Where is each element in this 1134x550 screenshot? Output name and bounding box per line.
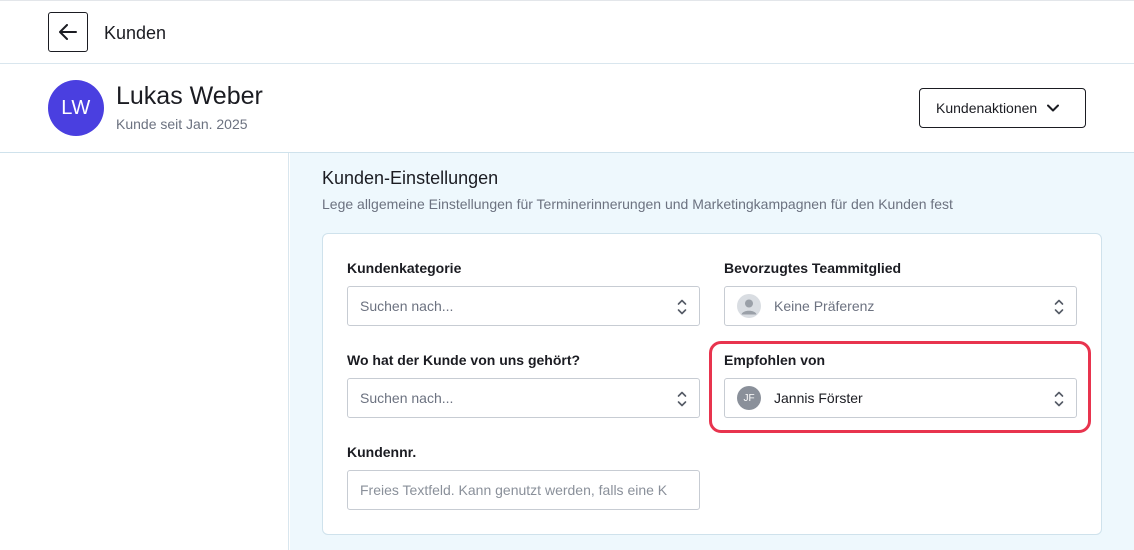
chevron-updown-icon bbox=[677, 391, 687, 407]
client-actions-button[interactable]: Kundenaktionen bbox=[919, 88, 1086, 128]
source-placeholder: Suchen nach... bbox=[360, 390, 454, 406]
customer-number-input[interactable] bbox=[347, 470, 700, 510]
chevron-updown-icon bbox=[677, 299, 687, 315]
category-label: Kundenkategorie bbox=[347, 260, 462, 276]
person-icon bbox=[737, 294, 761, 318]
referred-by-value: Jannis Förster bbox=[774, 390, 863, 406]
section-title: Kunden-Einstellungen bbox=[322, 168, 499, 188]
page-title: Kunden bbox=[104, 23, 167, 43]
referrer-avatar: JF bbox=[737, 386, 761, 410]
chevron-updown-icon bbox=[1054, 391, 1064, 407]
top-bar: Kunden bbox=[0, 0, 1134, 64]
referred-by-label: Empfohlen von bbox=[724, 352, 826, 368]
team-member-label: Bevorzugtes Teammitglied bbox=[724, 260, 902, 276]
section-description: Lege allgemeine Einstellungen für Termin… bbox=[322, 196, 953, 212]
chevron-down-icon bbox=[1047, 104, 1060, 112]
customer-number-label: Kundennr. bbox=[347, 444, 417, 460]
referred-by-select[interactable]: JF Jannis Förster bbox=[724, 378, 1077, 418]
left-sidebar bbox=[0, 153, 289, 550]
back-button[interactable] bbox=[48, 12, 88, 52]
avatar: LW bbox=[48, 80, 104, 136]
category-placeholder: Suchen nach... bbox=[360, 298, 454, 314]
chevron-updown-icon bbox=[1054, 299, 1064, 315]
team-member-value: Keine Präferenz bbox=[774, 298, 875, 314]
category-select[interactable]: Suchen nach... bbox=[347, 286, 700, 326]
client-actions-label: Kundenaktionen bbox=[936, 100, 1038, 116]
source-select[interactable]: Suchen nach... bbox=[347, 378, 700, 418]
client-since: Kunde seit Jan. 2025 bbox=[116, 116, 248, 132]
arrow-left-icon bbox=[59, 24, 77, 40]
client-name: Lukas Weber bbox=[116, 82, 263, 110]
team-member-select[interactable]: Keine Präferenz bbox=[724, 286, 1077, 326]
source-label: Wo hat der Kunde von uns gehört? bbox=[347, 352, 581, 368]
client-header: LW Lukas Weber Kunde seit Jan. 2025 Kund… bbox=[0, 64, 1134, 153]
